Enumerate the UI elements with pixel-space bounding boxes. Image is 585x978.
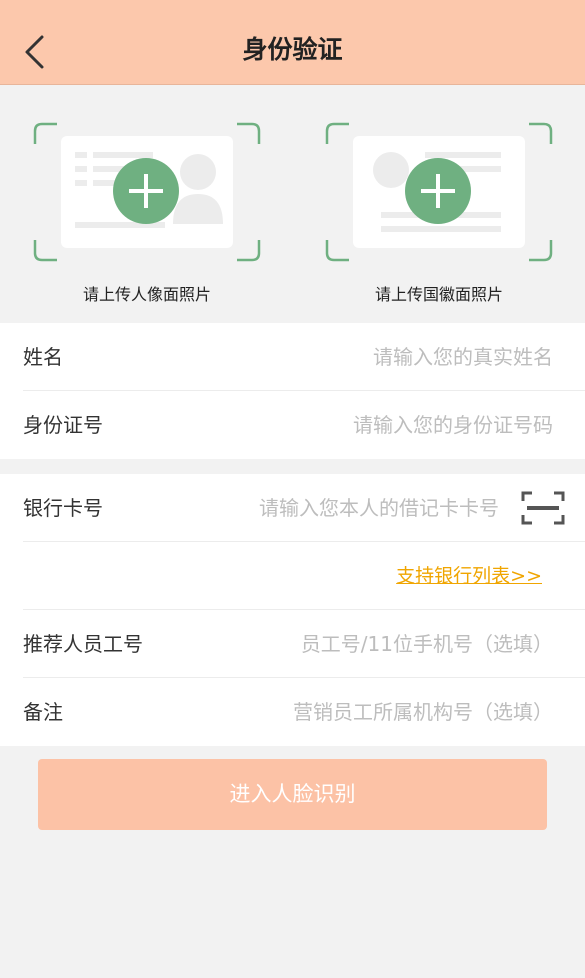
name-input[interactable] — [223, 340, 553, 374]
name-row: 姓名 — [23, 323, 585, 391]
remark-row: 备注 — [23, 678, 585, 746]
page-title: 身份验证 — [242, 35, 343, 64]
id-photo-upload-area: 请上传人像面照片 请上传国徽面照片 — [0, 86, 585, 323]
upload-portrait-button[interactable] — [33, 122, 261, 262]
remark-label: 备注 — [23, 700, 63, 724]
name-label: 姓名 — [23, 345, 63, 369]
referrer-row: 推荐人员工号 — [23, 610, 585, 678]
header-bar: 身份验证 — [0, 0, 585, 85]
id-number-input[interactable] — [223, 408, 553, 442]
bank-form-group: 银行卡号 支持银行列表>> 推荐人员工号 备注 — [0, 474, 585, 746]
face-recognition-button[interactable]: 进入人脸识别 — [38, 759, 547, 830]
plus-icon — [113, 158, 179, 224]
supported-banks-link[interactable]: 支持银行列表>> — [396, 542, 542, 610]
bank-card-input[interactable] — [199, 491, 499, 525]
bank-list-row: 支持银行列表>> — [23, 542, 585, 610]
remark-input[interactable] — [223, 695, 553, 729]
plus-icon — [405, 158, 471, 224]
upload-emblem-button[interactable] — [325, 122, 553, 262]
referrer-input[interactable] — [253, 627, 553, 661]
id-number-row: 身份证号 — [23, 391, 585, 459]
bank-card-row: 银行卡号 — [23, 474, 585, 542]
id-number-label: 身份证号 — [23, 413, 103, 437]
upload-emblem-label: 请上传国徽面照片 — [374, 285, 503, 304]
scan-card-icon[interactable] — [521, 491, 565, 525]
upload-portrait-label: 请上传人像面照片 — [82, 285, 211, 304]
bank-card-label: 银行卡号 — [23, 496, 103, 520]
identity-form-group: 姓名 身份证号 — [0, 323, 585, 459]
referrer-label: 推荐人员工号 — [23, 632, 143, 656]
